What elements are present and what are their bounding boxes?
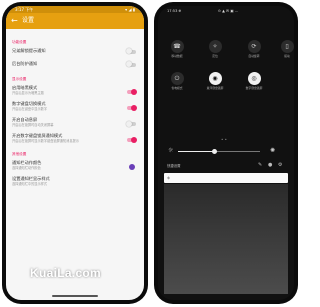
lock-circle-icon[interactable]: ◎ <box>247 71 261 85</box>
page-indicator: • • <box>221 137 227 142</box>
toggle-knob <box>131 136 137 143</box>
tile-label: 移动数据 <box>171 54 183 58</box>
brightness-slider-handle[interactable] <box>212 149 218 154</box>
arrow-back-icon[interactable]: ← <box>11 16 18 26</box>
user-icon[interactable]: ● <box>268 162 272 169</box>
vibrate-icon[interactable]: ▯ <box>280 39 294 53</box>
setting-toggle[interactable] <box>127 104 137 111</box>
brightness-icon: ☼ <box>168 147 174 154</box>
setting-toggle[interactable] <box>127 88 137 95</box>
tile-label: 自动旋转 <box>248 54 260 58</box>
qs-footer-text: 快捷设置 <box>167 164 181 168</box>
gps-icon[interactable]: ✧ <box>208 39 222 53</box>
brightness-slider-fill <box>178 151 215 152</box>
setting-toggle[interactable] <box>126 120 136 127</box>
section-header: 功能设置 <box>12 40 27 44</box>
power-icon[interactable]: ⏻ <box>170 71 184 85</box>
settings-screen: 3:17 下午 ▾ ◢ ▮ ← 设置 功能设置兄弟解锁提示通知 后台防护通知 显示设… <box>6 6 144 300</box>
phone-frame-right: 17:53 ⊕ ⊙ ▲ ✉ ▣ … ☎ 移动数据 ✧ 定位 ⟳ 自动旋转 ▯ 振动 ⏻ 省电模式 ◉… <box>154 2 298 304</box>
tile-label: 悬浮键盘锁屏 <box>206 86 224 90</box>
setting-title[interactable]: 后台防护通知 <box>12 61 37 67</box>
setting-subtitle: 选择通知栏动作颜色 <box>12 166 41 170</box>
status-icons: ▾ ◢ ▮ <box>125 7 135 12</box>
toggle-knob <box>126 48 132 54</box>
setting-toggle[interactable] <box>126 48 136 54</box>
setting-subtitle: 开启后在锁屏时显示数字键盘锁屏通知消息提示 <box>12 139 79 143</box>
setting-toggle[interactable] <box>127 136 137 143</box>
toggle-knob <box>131 104 137 111</box>
page-title: 设置 <box>22 17 35 24</box>
quick-settings-screen: 17:53 ⊕ ⊙ ▲ ✉ ▣ … ☎ 移动数据 ✧ 定位 ⟳ 自动旋转 ▯ 振动 ⏻ 省电模式 ◉… <box>158 6 294 300</box>
tile-label: 振动 <box>284 54 290 58</box>
settings-list: 功能设置 兄弟解锁提示通知 后台防护通知 显示设置 启用暗黑模式 开启后显示为暗黑主题 数字… <box>6 29 144 300</box>
edit-icon[interactable]: ✎ <box>258 162 262 169</box>
section-header: 显示设置 <box>12 77 27 81</box>
gesture-bar <box>52 295 98 297</box>
toggle-knob <box>126 120 132 127</box>
notification-panel[interactable]: ◈ <box>164 173 288 183</box>
chat-icon[interactable]: ◉ <box>208 71 222 85</box>
toggle-knob <box>131 88 137 95</box>
status-bar: 17:53 ⊕ ⊙ ▲ ✉ ▣ … <box>158 6 294 16</box>
tile-label: 数字键盘锁屏 <box>245 86 263 90</box>
status-time: 17:53 ⊕ <box>167 9 182 13</box>
app-bar: ← 设置 <box>6 13 144 29</box>
toggle-knob <box>126 61 132 67</box>
rotate-icon[interactable]: ⟳ <box>247 39 261 53</box>
phone-frame-left: 3:17 下午 ▾ ◢ ▮ ← 设置 功能设置兄弟解锁提示通知 后台防护通知 显示设… <box>2 2 148 304</box>
setting-title[interactable]: 兄弟解锁提示通知 <box>12 48 46 54</box>
status-time: 3:17 下午 <box>15 7 34 12</box>
auto-brightness-icon[interactable]: ✺ <box>270 147 275 155</box>
notification-app-icon: ◈ <box>167 175 171 180</box>
site-watermark: KuaiLa.com <box>30 266 102 280</box>
setting-subtitle: 开启后在锁屏时自动关闭屏幕 <box>12 123 54 127</box>
status-bar: 3:17 下午 ▾ ◢ ▮ <box>6 6 144 13</box>
color-radio[interactable] <box>129 164 135 170</box>
setting-subtitle: 选择通知栏中的显示样式 <box>12 182 48 186</box>
wallpaper <box>164 184 288 294</box>
tile-label: 定位 <box>212 54 218 58</box>
section-header: 其他设置 <box>12 152 27 156</box>
phone-icon[interactable]: ☎ <box>170 39 184 53</box>
setting-toggle[interactable] <box>126 61 136 67</box>
setting-subtitle: 开启后显示为暗黑主题 <box>12 91 44 95</box>
status-icons: ⊙ ▲ ✉ ▣ … <box>218 9 239 13</box>
setting-subtitle: 开启后在键盘中显示数字 <box>12 107 48 111</box>
gear-icon[interactable]: ⚙ <box>278 162 282 169</box>
tile-label: 省电模式 <box>171 86 183 90</box>
